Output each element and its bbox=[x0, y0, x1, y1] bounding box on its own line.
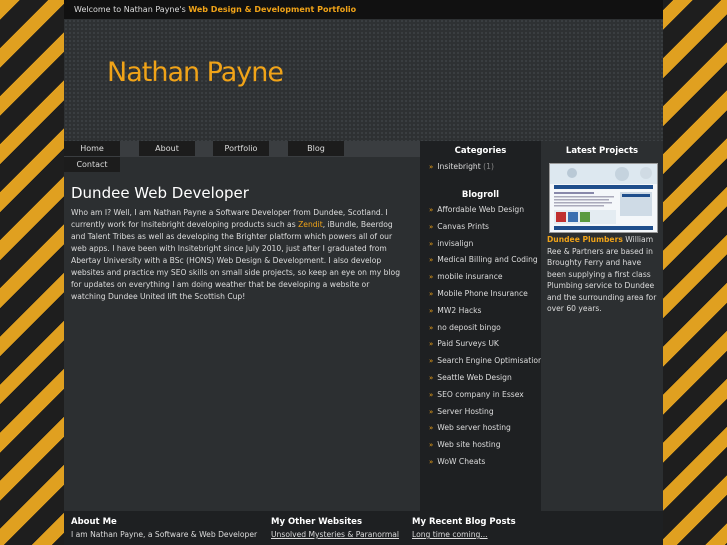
category-count: (1) bbox=[483, 162, 494, 171]
welcome-text: Welcome to Nathan Payne's bbox=[74, 5, 186, 14]
raquo-icon: » bbox=[429, 239, 434, 248]
body-text-2: , iBundle, Beerdog and Talent Tribes as … bbox=[71, 220, 401, 301]
categories-title: Categories bbox=[454, 146, 507, 156]
raquo-icon: » bbox=[429, 163, 434, 171]
project-thumbnail[interactable] bbox=[549, 163, 658, 233]
footer-about: About Me I am Nathan Payne, a Software &… bbox=[71, 517, 257, 539]
blogroll-label: Medical Billing and Coding bbox=[437, 255, 538, 265]
nav-portfolio[interactable]: Portfolio bbox=[213, 141, 269, 156]
project-description: Dundee Plumbers William Ree & Partners a… bbox=[547, 234, 657, 315]
project-screenshot-image bbox=[550, 164, 657, 232]
project-name-link[interactable]: Dundee Plumbers bbox=[547, 235, 623, 244]
blogroll-item[interactable]: » Web server hosting bbox=[429, 420, 541, 437]
blogroll-item[interactable]: » SEO company in Essex bbox=[429, 387, 541, 404]
nav-contact[interactable]: Contact bbox=[64, 157, 120, 172]
category-label: Insitebright bbox=[437, 162, 481, 171]
blogroll-item[interactable]: » mobile insurance bbox=[429, 269, 541, 286]
raquo-icon: » bbox=[429, 323, 434, 332]
category-item[interactable]: » Insitebright (1) bbox=[429, 159, 541, 176]
nav-home[interactable]: Home bbox=[64, 141, 120, 156]
blogroll-item[interactable]: » Mobile Phone Insurance bbox=[429, 286, 541, 303]
raquo-icon: » bbox=[429, 306, 434, 315]
blogroll-item[interactable]: » invisalign bbox=[429, 236, 541, 253]
footer-sites-title: My Other Websites bbox=[271, 517, 362, 527]
site-footer: About Me I am Nathan Payne, a Software &… bbox=[64, 511, 663, 545]
footer-sites: My Other Websites Unsolved Mysteries & P… bbox=[271, 517, 399, 539]
raquo-icon: » bbox=[429, 407, 434, 416]
blogroll-label: no deposit bingo bbox=[437, 322, 501, 332]
raquo-icon: » bbox=[429, 273, 434, 282]
raquo-icon: » bbox=[429, 340, 434, 349]
blogroll-label: Paid Surveys UK bbox=[437, 339, 499, 349]
raquo-icon: » bbox=[429, 357, 434, 366]
blogroll-title: Blogroll bbox=[461, 190, 500, 200]
footer-about-title: About Me bbox=[71, 517, 117, 527]
blogroll-label: Mobile Phone Insurance bbox=[437, 288, 528, 298]
blogroll-item[interactable]: » Paid Surveys UK bbox=[429, 336, 541, 353]
raquo-icon: » bbox=[429, 222, 434, 231]
blogroll-label: Web site hosting bbox=[437, 440, 501, 450]
blogroll-item[interactable]: » Server Hosting bbox=[429, 404, 541, 421]
blogroll-item[interactable]: » no deposit bingo bbox=[429, 320, 541, 337]
blogroll-label: Seattle Web Design bbox=[437, 372, 512, 382]
blogroll-item[interactable]: » WoW Cheats bbox=[429, 454, 541, 471]
footer-blog: My Recent Blog Posts Long time coming... bbox=[412, 517, 516, 539]
page-container: Welcome to Nathan Payne's Web Design & D… bbox=[64, 0, 663, 545]
project-desc-text: William Ree & Partners are based in Brou… bbox=[547, 235, 657, 313]
site-header: Nathan Payne bbox=[64, 19, 663, 141]
raquo-icon: » bbox=[429, 206, 434, 214]
projects-title: Latest Projects bbox=[565, 146, 639, 156]
raquo-icon: » bbox=[429, 390, 434, 399]
blogroll-label: Canvas Prints bbox=[437, 221, 490, 231]
raquo-icon: » bbox=[429, 457, 434, 466]
raquo-icon: » bbox=[429, 441, 434, 450]
raquo-icon: » bbox=[429, 373, 434, 382]
blogroll-label: mobile insurance bbox=[437, 272, 503, 282]
site-logo[interactable]: Nathan Payne bbox=[107, 57, 284, 88]
sidebar-left: Categories » Insitebright (1) Blogroll » A… bbox=[420, 141, 543, 511]
footer-blog-link[interactable]: Long time coming... bbox=[412, 530, 516, 539]
blogroll-label: Affordable Web Design bbox=[437, 205, 525, 214]
blogroll-label: invisalign bbox=[437, 238, 474, 248]
blogroll-label: Search Engine Optimisation bbox=[437, 356, 543, 366]
blogroll-item[interactable]: » Search Engine Optimisation bbox=[429, 353, 543, 370]
welcome-highlight: Web Design & Development Portfolio bbox=[188, 5, 357, 14]
nav-about[interactable]: About bbox=[139, 141, 195, 156]
main-content: Home About Portfolio Blog Contact Dundee… bbox=[64, 141, 420, 511]
top-bar: Welcome to Nathan Payne's Web Design & D… bbox=[64, 0, 663, 19]
blogroll-label: Web server hosting bbox=[437, 423, 511, 433]
nav-blog[interactable]: Blog bbox=[288, 141, 344, 156]
zendit-link[interactable]: Zendit bbox=[298, 220, 323, 229]
blogroll-label: MW2 Hacks bbox=[437, 305, 482, 315]
raquo-icon: » bbox=[429, 289, 434, 298]
page-body: Who am I? Well, I am Nathan Payne a Soft… bbox=[71, 207, 401, 303]
categories-list: » Insitebright (1) bbox=[429, 159, 541, 176]
blogroll-label: Server Hosting bbox=[437, 406, 494, 416]
footer-about-text: I am Nathan Payne, a Software & Web Deve… bbox=[71, 530, 258, 539]
page-title: Dundee Web Developer bbox=[71, 184, 249, 202]
raquo-icon: » bbox=[429, 256, 434, 265]
footer-sites-link[interactable]: Unsolved Mysteries & Paranormal bbox=[271, 530, 399, 539]
blogroll-item[interactable]: » Seattle Web Design bbox=[429, 370, 541, 387]
raquo-icon: » bbox=[429, 424, 434, 433]
blogroll-label: WoW Cheats bbox=[437, 456, 486, 466]
blogroll-item[interactable]: » MW2 Hacks bbox=[429, 303, 541, 320]
blogroll-item[interactable]: » Medical Billing and Coding bbox=[429, 252, 541, 269]
blogroll-item[interactable]: » Web site hosting bbox=[429, 437, 541, 454]
blogroll-item[interactable]: » Canvas Prints bbox=[429, 219, 541, 236]
sidebar-right: Latest Projects Dundee Plumbers William … bbox=[541, 141, 663, 511]
blogroll-label: SEO company in Essex bbox=[437, 389, 524, 399]
blogroll-list: » Affordable Web Design » Canvas Prints » i… bbox=[429, 202, 543, 471]
footer-blog-title: My Recent Blog Posts bbox=[412, 517, 516, 527]
blogroll-item[interactable]: » Affordable Web Design bbox=[429, 202, 541, 219]
